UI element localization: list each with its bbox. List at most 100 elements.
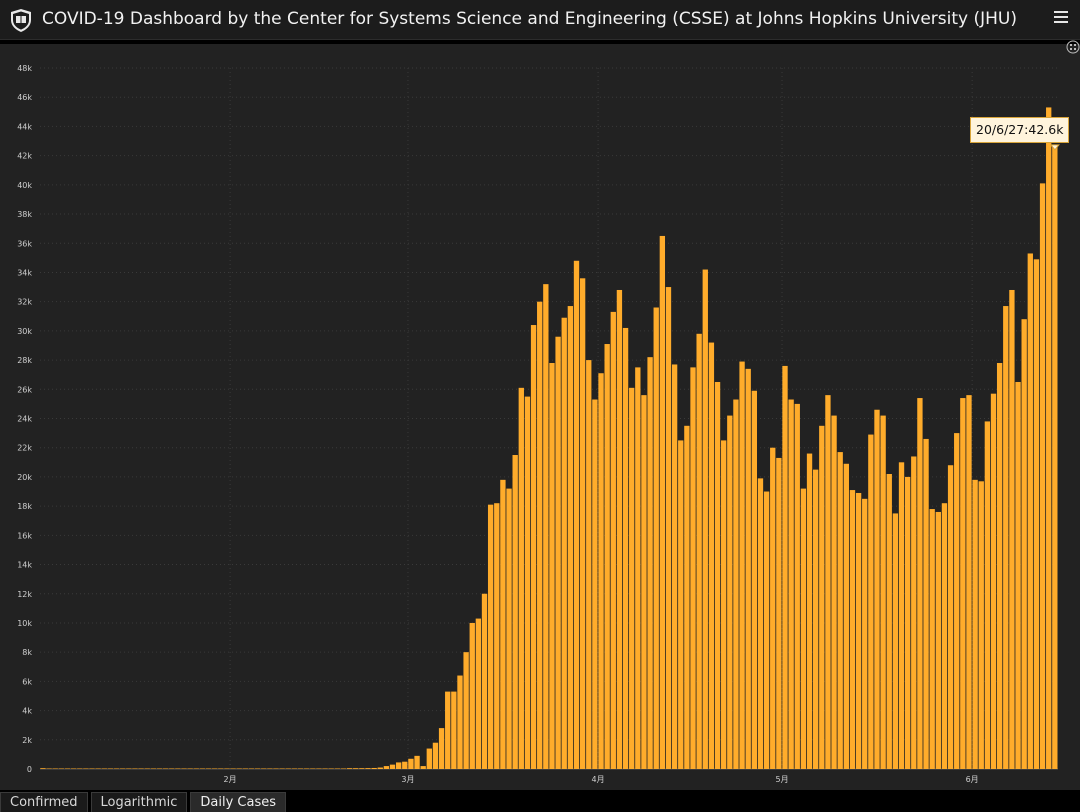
- tab-daily-cases[interactable]: Daily Cases: [190, 792, 287, 812]
- bar[interactable]: [303, 768, 310, 770]
- bar[interactable]: [254, 768, 261, 770]
- bar[interactable]: [549, 363, 555, 769]
- bar[interactable]: [1052, 146, 1058, 770]
- bar[interactable]: [788, 399, 794, 769]
- bar[interactable]: [279, 768, 285, 770]
- bar[interactable]: [95, 768, 101, 770]
- bar[interactable]: [426, 748, 432, 769]
- bar[interactable]: [757, 478, 764, 769]
- bar[interactable]: [52, 768, 58, 770]
- bar[interactable]: [831, 415, 837, 769]
- expand-icon[interactable]: [1066, 40, 1080, 54]
- bar[interactable]: [457, 675, 463, 769]
- bar[interactable]: [132, 768, 138, 770]
- bar[interactable]: [487, 504, 494, 769]
- bar[interactable]: [389, 764, 396, 769]
- bar[interactable]: [598, 373, 604, 769]
- bar[interactable]: [1027, 253, 1033, 770]
- bar[interactable]: [604, 344, 610, 769]
- bar[interactable]: [641, 395, 647, 769]
- bar[interactable]: [616, 289, 623, 769]
- bar[interactable]: [886, 473, 892, 769]
- bar[interactable]: [285, 768, 291, 770]
- bar[interactable]: [990, 393, 997, 769]
- bar[interactable]: [83, 768, 89, 770]
- bar[interactable]: [383, 766, 390, 769]
- bar[interactable]: [322, 768, 328, 770]
- bar[interactable]: [917, 398, 923, 769]
- bar[interactable]: [696, 333, 702, 769]
- bar[interactable]: [353, 768, 359, 769]
- tab-confirmed[interactable]: Confirmed: [0, 792, 88, 812]
- bar[interactable]: [984, 421, 991, 769]
- bar[interactable]: [181, 768, 187, 770]
- bar[interactable]: [708, 342, 715, 769]
- bar[interactable]: [371, 767, 377, 769]
- bar[interactable]: [267, 768, 273, 770]
- bar[interactable]: [236, 768, 242, 770]
- bar[interactable]: [929, 509, 935, 769]
- bar[interactable]: [904, 476, 911, 769]
- bar[interactable]: [248, 768, 255, 770]
- bar[interactable]: [825, 395, 831, 769]
- bar[interactable]: [150, 768, 157, 770]
- bar[interactable]: [494, 503, 500, 769]
- bar[interactable]: [898, 462, 905, 769]
- bar[interactable]: [678, 440, 684, 769]
- bar[interactable]: [671, 364, 678, 769]
- bar[interactable]: [629, 387, 635, 769]
- bar[interactable]: [586, 360, 592, 769]
- bar[interactable]: [328, 768, 334, 770]
- bar[interactable]: [310, 768, 316, 770]
- bar[interactable]: [733, 399, 739, 769]
- bar[interactable]: [776, 457, 782, 769]
- bar[interactable]: [610, 311, 616, 769]
- bar[interactable]: [567, 306, 574, 769]
- bar[interactable]: [193, 768, 199, 770]
- bar[interactable]: [659, 235, 666, 769]
- bar[interactable]: [1009, 289, 1015, 769]
- bar[interactable]: [346, 768, 353, 769]
- bar[interactable]: [543, 284, 549, 769]
- bar[interactable]: [837, 452, 843, 769]
- bar[interactable]: [156, 768, 163, 770]
- bar[interactable]: [751, 390, 758, 769]
- bar[interactable]: [175, 768, 181, 770]
- bar[interactable]: [212, 768, 218, 770]
- bar[interactable]: [524, 396, 531, 769]
- bar[interactable]: [359, 768, 365, 769]
- bar[interactable]: [506, 488, 512, 769]
- bar[interactable]: [868, 434, 874, 769]
- bar[interactable]: [463, 652, 469, 769]
- bar[interactable]: [653, 307, 659, 769]
- bar[interactable]: [500, 479, 506, 769]
- bar[interactable]: [714, 381, 721, 769]
- bar[interactable]: [592, 399, 598, 769]
- bar[interactable]: [199, 768, 206, 770]
- bar[interactable]: [770, 447, 776, 769]
- bar[interactable]: [414, 755, 420, 769]
- bar[interactable]: [782, 365, 788, 769]
- bar[interactable]: [727, 415, 733, 769]
- bar[interactable]: [451, 691, 457, 769]
- bar[interactable]: [408, 758, 414, 769]
- bar[interactable]: [800, 488, 807, 769]
- bar[interactable]: [972, 479, 978, 769]
- bar[interactable]: [635, 367, 641, 769]
- bar[interactable]: [579, 278, 586, 769]
- bar[interactable]: [64, 768, 71, 770]
- bar[interactable]: [966, 395, 972, 769]
- bar[interactable]: [144, 768, 150, 770]
- bar[interactable]: [365, 768, 371, 769]
- bar[interactable]: [162, 768, 169, 770]
- bar[interactable]: [745, 368, 751, 769]
- bar[interactable]: [1015, 381, 1021, 769]
- hamburger-menu-icon[interactable]: [1054, 11, 1068, 25]
- bar[interactable]: [622, 327, 629, 769]
- bar[interactable]: [996, 363, 1003, 769]
- bar[interactable]: [978, 481, 984, 769]
- bar[interactable]: [794, 403, 800, 769]
- bar[interactable]: [1033, 259, 1040, 769]
- bar[interactable]: [874, 409, 880, 769]
- bar[interactable]: [40, 768, 46, 769]
